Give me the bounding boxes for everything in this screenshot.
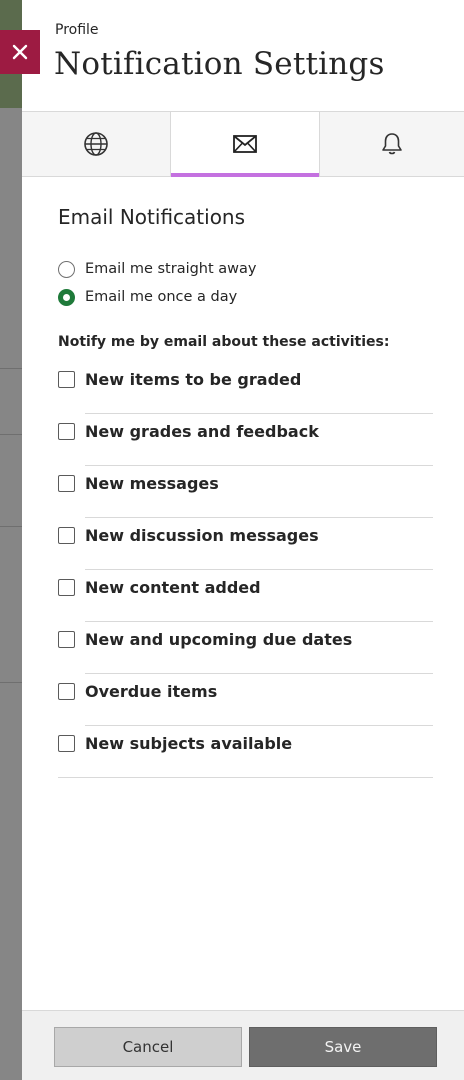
globe-icon <box>84 132 108 156</box>
checkbox[interactable] <box>58 683 75 700</box>
background-divider <box>0 368 24 369</box>
section-title: Email Notifications <box>58 205 246 229</box>
panel-footer: Cancel Save <box>22 1010 464 1080</box>
checkbox[interactable] <box>58 579 75 596</box>
checkbox[interactable] <box>58 735 75 752</box>
activity-label: New messages <box>85 474 219 493</box>
email-frequency-group: Email me straight away Email me once a d… <box>58 255 464 311</box>
save-button[interactable]: Save <box>249 1027 437 1067</box>
radio-button[interactable] <box>58 288 75 306</box>
checkbox[interactable] <box>58 423 75 440</box>
activity-item[interactable]: Overdue items <box>58 674 433 726</box>
radio-button[interactable] <box>58 260 75 278</box>
activity-checklist: New items to be graded New grades and fe… <box>58 362 433 778</box>
activity-item[interactable]: New subjects available <box>58 726 433 778</box>
checkbox[interactable] <box>58 631 75 648</box>
checkbox[interactable] <box>58 371 75 388</box>
checkbox[interactable] <box>58 475 75 492</box>
background-app <box>0 0 24 1080</box>
notification-settings-panel: Profile Notification Settings Email Noti… <box>22 0 464 1080</box>
activity-item[interactable]: New and upcoming due dates <box>58 622 433 674</box>
activity-item[interactable]: New messages <box>58 466 433 518</box>
panel-header: Profile Notification Settings <box>22 0 464 112</box>
activity-label: New and upcoming due dates <box>85 630 353 649</box>
envelope-icon <box>233 135 257 153</box>
radio-option-straight-away[interactable]: Email me straight away <box>58 255 464 283</box>
radio-option-once-a-day[interactable]: Email me once a day <box>58 283 464 311</box>
activity-label: New grades and feedback <box>85 422 319 441</box>
background-content <box>0 108 24 1080</box>
page-title: Notification Settings <box>54 46 385 82</box>
bell-icon <box>382 133 402 155</box>
tab-push[interactable] <box>320 112 464 176</box>
activity-item[interactable]: New content added <box>58 570 433 622</box>
activity-label: New discussion messages <box>85 526 319 545</box>
tab-stream[interactable] <box>22 112 170 176</box>
activity-label: New subjects available <box>85 734 293 753</box>
activity-label: New items to be graded <box>85 370 302 389</box>
notification-channel-tabs <box>22 112 464 177</box>
background-divider <box>0 434 24 435</box>
checkbox[interactable] <box>58 527 75 544</box>
tab-email[interactable] <box>170 112 320 177</box>
background-divider <box>0 682 24 683</box>
activity-label: New content added <box>85 578 261 597</box>
background-divider <box>0 526 24 527</box>
cancel-button[interactable]: Cancel <box>54 1027 242 1067</box>
breadcrumb: Profile <box>55 22 99 38</box>
close-button[interactable] <box>0 30 40 74</box>
activity-label: Overdue items <box>85 682 218 701</box>
radio-label: Email me once a day <box>85 289 238 305</box>
activity-item[interactable]: New discussion messages <box>58 518 433 570</box>
activity-item[interactable]: New items to be graded <box>58 362 433 414</box>
close-icon <box>12 44 28 60</box>
radio-label: Email me straight away <box>85 261 257 277</box>
activity-item[interactable]: New grades and feedback <box>58 414 433 466</box>
activities-label: Notify me by email about these activitie… <box>58 334 390 350</box>
email-settings: Email Notifications Email me straight aw… <box>22 205 464 778</box>
